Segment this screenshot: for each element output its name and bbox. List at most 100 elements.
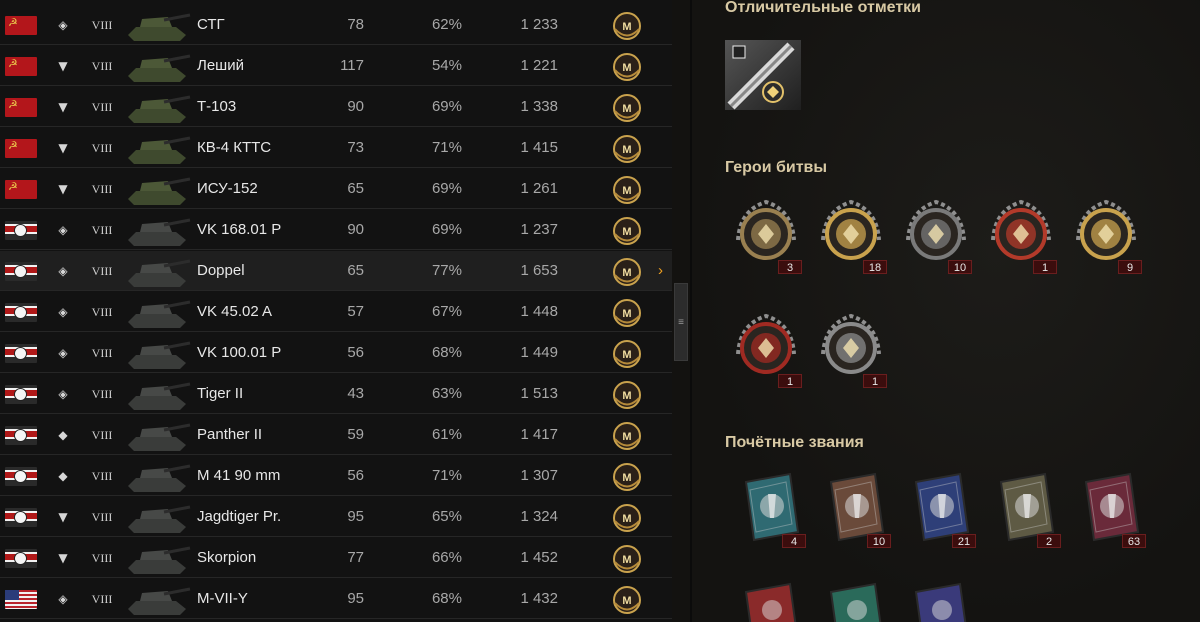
vehicle-row[interactable]: ▼ VIII ИСУ-152 65 69% 1 261 M	[0, 169, 672, 209]
vehicle-list: ◈ VIII СТГ 78 62% 1 233 M ▼ VIII Леший 117 54% 1 221…	[0, 0, 672, 622]
heavy-tank-icon: ◈	[58, 264, 68, 278]
vehicle-row[interactable]: ◈ VIII VK 45.02 A 57 67% 1 448 M	[0, 292, 672, 332]
tank-image	[128, 95, 191, 123]
vehicle-row[interactable]: ▼ VIII Леший 117 54% 1 221 M	[0, 46, 672, 86]
marks-section-title: Отличительные отметки	[725, 0, 922, 16]
honor-badge-icon[interactable]	[904, 580, 976, 622]
battles-count: 90	[347, 98, 364, 115]
usa-flag-icon	[5, 590, 37, 609]
sword-badge-icon[interactable]: 4	[734, 470, 806, 550]
mastery-badge-label: M	[622, 62, 631, 74]
honor-badge-icon[interactable]	[819, 580, 891, 622]
mastery-badge-label: M	[622, 349, 631, 361]
mastery-badge-icon: M	[613, 504, 641, 532]
vehicle-name: Tiger II	[197, 385, 244, 402]
tank-image	[128, 587, 191, 615]
chevron-badge-icon[interactable]: 2	[989, 470, 1061, 550]
mastery-badge-icon: M	[613, 94, 641, 122]
average-experience: 1 452	[520, 549, 558, 566]
fighter-medal-icon[interactable]: 1	[815, 310, 887, 390]
average-experience: 1 448	[520, 303, 558, 320]
crossed-badge-icon[interactable]: 63	[1074, 470, 1146, 550]
td-icon: ▼	[58, 59, 68, 73]
vehicle-tier: VIII	[91, 59, 113, 73]
tank-image	[128, 546, 191, 574]
mastery-badge-label: M	[622, 390, 631, 402]
mastery-badge-icon: M	[613, 545, 641, 573]
mastery-badge-label: M	[622, 431, 631, 443]
vehicle-name: VK 45.02 A	[197, 303, 273, 320]
tank-image	[128, 136, 191, 164]
average-experience: 1 653	[520, 262, 558, 279]
vehicle-row[interactable]: ▼ VIII Jagdtiger Pr. 95 65% 1 324 M	[0, 497, 672, 537]
tower-badge-icon[interactable]: 21	[904, 470, 976, 550]
tank-image	[128, 54, 191, 82]
vehicle-row[interactable]: ◈ VIII M-VII-Y 95 68% 1 432 M	[0, 579, 672, 619]
battles-count: 43	[347, 385, 364, 402]
selected-arrow-icon[interactable]: ›	[658, 261, 663, 281]
mastery-badge-icon: M	[613, 586, 641, 614]
tank-image	[128, 464, 191, 492]
vehicle-row[interactable]: ◈ VIII VK 100.01 P 56 68% 1 449 M	[0, 333, 672, 373]
win-rate: 68%	[431, 344, 462, 361]
invader-medal-icon[interactable]: 9	[1070, 196, 1142, 276]
average-experience: 1 432	[520, 590, 558, 607]
confederate-medal-icon[interactable]: 1	[985, 196, 1057, 276]
vehicle-tier: VIII	[91, 510, 113, 524]
vehicle-row[interactable]: ◆ VIII Panther II 59 61% 1 417 M	[0, 415, 672, 455]
tank-image	[128, 341, 191, 369]
battles-count: 65	[347, 262, 364, 279]
average-experience: 1 449	[520, 344, 558, 361]
vehicle-name: Леший	[197, 57, 244, 74]
win-rate: 69%	[431, 180, 462, 197]
mastery-badge-icon: M	[613, 12, 641, 40]
honors-section-title: Почётные звания	[725, 434, 864, 451]
steel-wall-medal-icon[interactable]: 10	[900, 196, 972, 276]
honor-badge-icon[interactable]	[734, 580, 806, 622]
vehicle-row[interactable]: ◈ VIII СТГ 78 62% 1 233 M	[0, 5, 672, 45]
mastery-badge-label: M	[622, 21, 631, 33]
average-experience: 1 324	[520, 508, 558, 525]
vehicle-row[interactable]: ◆ VIII M 41 90 mm 56 71% 1 307 M	[0, 456, 672, 496]
mastery-badge-icon: M	[613, 340, 641, 368]
germany-flag-icon	[5, 221, 37, 240]
vehicle-row[interactable]: ◈ VIII Tiger II 43 63% 1 513 M	[0, 374, 672, 414]
average-experience: 1 415	[520, 139, 558, 156]
heavy-tank-icon: ◈	[58, 592, 68, 606]
vehicle-tier: VIII	[91, 182, 113, 196]
tank-image	[128, 505, 191, 533]
vehicle-row[interactable]: ◈ VIII VK 168.01 P 90 69% 1 237 M	[0, 210, 672, 250]
win-rate: 77%	[431, 262, 462, 279]
germany-flag-icon	[5, 549, 37, 568]
defender-medal-icon[interactable]: 3	[730, 196, 802, 276]
vehicle-name: Skorpion	[197, 549, 257, 566]
germany-flag-icon	[5, 426, 37, 445]
mastery-badge-icon: M	[613, 135, 641, 163]
battles-count: 77	[347, 549, 364, 566]
top-gun-medal-icon[interactable]: 18	[815, 196, 887, 276]
win-rate: 69%	[431, 98, 462, 115]
heroes-section-title: Герои битвы	[725, 159, 828, 176]
ussr-flag-icon	[5, 98, 37, 117]
mastery-badge-label: M	[622, 513, 631, 525]
mastery-badge-icon: M	[613, 381, 641, 409]
win-rate: 71%	[431, 139, 462, 156]
heavy-tank-icon: ◈	[58, 18, 68, 32]
vehicle-tier: VIII	[91, 100, 113, 114]
tank-image	[128, 423, 191, 451]
vehicle-tier: VIII	[91, 223, 113, 237]
vehicle-row[interactable]: ▼ VIII Skorpion 77 66% 1 452 M	[0, 538, 672, 578]
vehicle-row[interactable]: ▼ VIII Т-103 90 69% 1 338 M	[0, 87, 672, 127]
scrollbar-handle[interactable]: ≡	[674, 283, 688, 361]
ussr-flag-icon	[5, 16, 37, 35]
average-experience: 1 233	[520, 16, 558, 33]
mastery-badge-icon: M	[613, 217, 641, 245]
heavy-tank-icon: ◈	[58, 346, 68, 360]
vehicle-row[interactable]: ▼ VIII КВ-4 КТТС 73 71% 1 415 M	[0, 128, 672, 168]
tank-badge-icon[interactable]: 10	[819, 470, 891, 550]
vehicle-row[interactable]: ◈ VIII Doppel 65 77% 1 653 M ›	[0, 251, 672, 291]
mastery-badge-label: M	[622, 144, 631, 156]
distinction-mark-icon[interactable]	[725, 40, 801, 110]
win-rate: 68%	[431, 590, 462, 607]
brothers-in-arms-medal-icon[interactable]: 1	[730, 310, 802, 390]
